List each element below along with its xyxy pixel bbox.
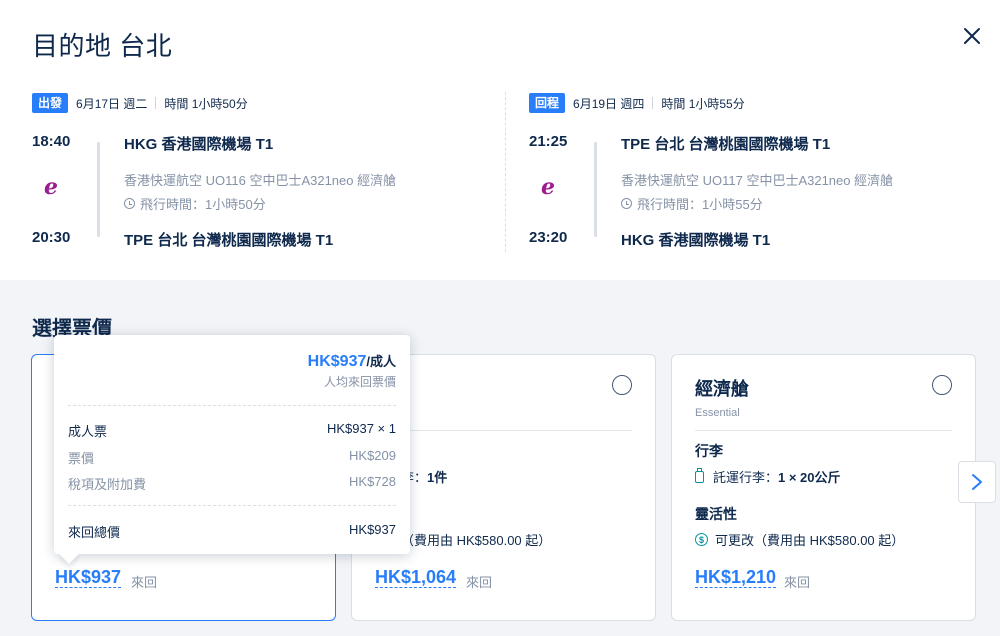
fare-radio[interactable] bbox=[612, 375, 632, 395]
fare-flex-text: 可更改（費用由 HK$580.00 起） bbox=[715, 533, 905, 548]
outbound-arr-time: 20:30 bbox=[32, 229, 71, 246]
outbound-flight-time: 飛行時間：1小時50分 bbox=[124, 194, 266, 213]
dollar-circle-icon: $ bbox=[695, 533, 708, 546]
flight-summary: 目的地 台北 出發 6月17日 週二 時間 1小時50分 18:40 HKG 香… bbox=[0, 0, 1000, 280]
fare-baggage-value: 1件 bbox=[427, 470, 448, 485]
outbound-tag: 出發 bbox=[32, 93, 69, 113]
outbound-duration: 時間 1小時50分 bbox=[164, 96, 248, 111]
clock-icon bbox=[621, 198, 632, 209]
close-icon[interactable] bbox=[960, 24, 984, 48]
tooltip-row-value: HK$728 bbox=[349, 474, 396, 489]
route-line bbox=[594, 142, 597, 237]
fare-cabin: 經濟艙 bbox=[695, 379, 749, 399]
route-line bbox=[97, 142, 100, 237]
outbound-date: 6月17日 週二 bbox=[76, 96, 148, 111]
return-dep-airport: TPE 台北 台灣桃園國際機場 T1 bbox=[621, 136, 831, 153]
separator bbox=[155, 97, 157, 109]
fare-flex: $ 可更改（費用由 HK$580.00 起） bbox=[695, 530, 904, 549]
fare-card-3[interactable]: 經濟艙 Essential 行李 託運行李： 1 × 20公斤 靈活性 $ 可更改… bbox=[671, 354, 976, 621]
price-breakdown-tooltip: HK$937/成人 人均來回票價 成人票 HK$937 × 1 票價 HK$20… bbox=[54, 335, 410, 564]
fare-radio[interactable] bbox=[932, 375, 952, 395]
tooltip-row-label: 成人票 bbox=[68, 424, 108, 439]
fare-flex-head: 靈活性 bbox=[695, 506, 737, 522]
return-arr-airport: HKG 香港國際機場 T1 bbox=[621, 232, 771, 249]
tooltip-price-value: HK$937 bbox=[307, 353, 367, 370]
tooltip-row-value: HK$937 × 1 bbox=[326, 421, 396, 436]
chevron-right-icon bbox=[972, 474, 982, 490]
fare-baggage-head: 行李 bbox=[695, 443, 723, 459]
tooltip-row-label: 票價 bbox=[68, 451, 95, 466]
fare-price-suffix: 來回 bbox=[784, 575, 811, 590]
tooltip-row-value: HK$209 bbox=[349, 448, 396, 463]
tooltip-price-per: /成人 bbox=[366, 354, 396, 369]
tooltip-total: 來回總價 HK$937 bbox=[68, 522, 396, 541]
card-divider bbox=[695, 430, 952, 431]
clock-icon bbox=[124, 198, 135, 209]
outbound-dep-airport: HKG 香港國際機場 T1 bbox=[124, 136, 274, 153]
tooltip-row: 成人票 HK$937 × 1 bbox=[68, 421, 396, 440]
outbound-arr-airport: TPE 台北 台灣桃園國際機場 T1 bbox=[124, 232, 334, 249]
luggage-icon bbox=[695, 467, 704, 483]
fare-price[interactable]: HK$1,064 bbox=[375, 567, 457, 588]
fare-price[interactable]: HK$1,210 bbox=[695, 567, 777, 588]
outbound-carrier: 香港快運航空 UO116 空中巴士A321neo 經濟艙 bbox=[124, 173, 397, 188]
return-flight-time-text: 飛行時間：1小時55分 bbox=[637, 197, 763, 212]
outbound-leg: 出發 6月17日 週二 時間 1小時50分 18:40 HKG 香港國際機場 T… bbox=[32, 92, 472, 262]
fare-name: Essential bbox=[695, 407, 740, 419]
return-leg: 回程 6月19日 週四 時間 1小時55分 21:25 TPE 台北 台灣桃園國… bbox=[529, 92, 969, 262]
fare-baggage-value: 1 × 20公斤 bbox=[778, 470, 841, 485]
fare-baggage-text: 託運行李： bbox=[713, 470, 779, 485]
airline-logo-icon: e bbox=[541, 174, 555, 200]
return-date: 6月19日 週四 bbox=[573, 96, 645, 111]
next-fares-button[interactable] bbox=[958, 461, 996, 503]
tooltip-note: 人均來回票價 bbox=[323, 375, 396, 389]
fare-price-suffix: 來回 bbox=[466, 575, 493, 590]
return-duration: 時間 1小時55分 bbox=[661, 96, 745, 111]
airline-logo-icon: e bbox=[44, 174, 58, 200]
return-tag: 回程 bbox=[529, 93, 566, 113]
fare-baggage: 託運行李： 1 × 20公斤 bbox=[695, 467, 841, 486]
page-title: 目的地 台北 bbox=[32, 31, 173, 61]
return-arr-time: 23:20 bbox=[529, 229, 568, 246]
fare-price[interactable]: HK$937 bbox=[55, 567, 122, 588]
return-carrier: 香港快運航空 UO117 空中巴士A321neo 經濟艙 bbox=[621, 173, 894, 188]
tooltip-row-label: 稅項及附加費 bbox=[68, 477, 147, 492]
tooltip-total-label: 來回總價 bbox=[68, 525, 121, 540]
separator bbox=[652, 97, 654, 109]
return-header: 回程 6月19日 週四 時間 1小時55分 bbox=[529, 92, 969, 114]
tooltip-divider bbox=[68, 405, 396, 406]
outbound-header: 出發 6月17日 週二 時間 1小時50分 bbox=[32, 92, 472, 114]
divider bbox=[505, 92, 506, 252]
fare-price-suffix: 來回 bbox=[131, 575, 158, 590]
outbound-dep-time: 18:40 bbox=[32, 133, 71, 150]
tooltip-row: 票價 HK$209 bbox=[68, 448, 396, 467]
return-dep-time: 21:25 bbox=[529, 133, 568, 150]
tooltip-total-value: HK$937 bbox=[349, 522, 396, 537]
tooltip-row: 稅項及附加費 HK$728 bbox=[68, 474, 396, 493]
tooltip-divider bbox=[68, 505, 396, 506]
card-divider bbox=[375, 430, 632, 431]
outbound-flight-time-text: 飛行時間：1小時50分 bbox=[140, 197, 266, 212]
return-flight-time: 飛行時間：1小時55分 bbox=[621, 194, 763, 213]
tooltip-price: HK$937/成人 bbox=[308, 351, 396, 371]
